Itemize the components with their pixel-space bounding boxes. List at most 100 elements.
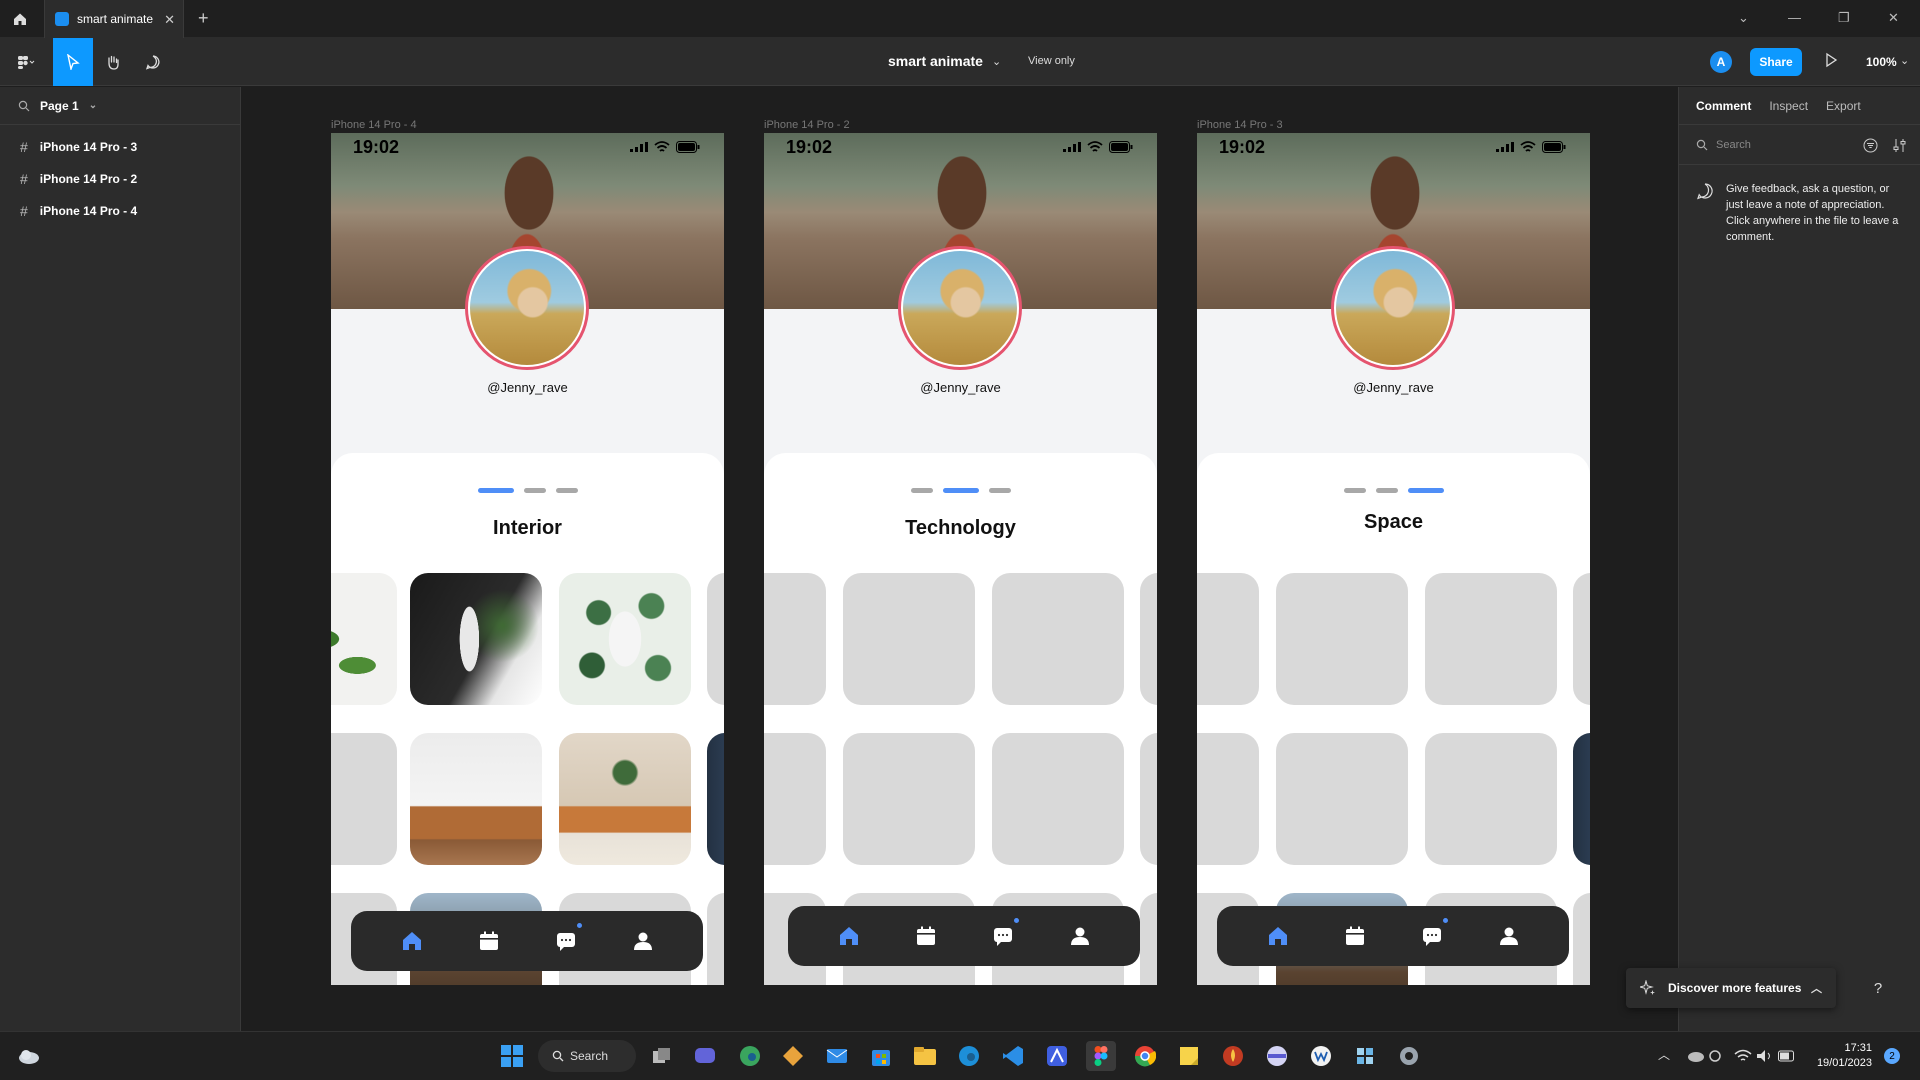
- chevron-up-icon[interactable]: ︿: [1658, 1046, 1670, 1063]
- mail-icon[interactable]: [822, 1041, 852, 1071]
- home-icon[interactable]: [399, 928, 425, 954]
- restore-icon[interactable]: ❐: [1838, 10, 1850, 26]
- main-menu-icon[interactable]: [8, 38, 44, 86]
- gallery-tile[interactable]: [1276, 733, 1408, 865]
- frame-label[interactable]: iPhone 14 Pro - 2: [764, 119, 850, 131]
- sync-icon[interactable]: [1700, 1041, 1730, 1071]
- minimize-icon[interactable]: —: [1788, 10, 1801, 25]
- close-window-icon[interactable]: ✕: [1888, 10, 1899, 26]
- tab-export[interactable]: Export: [1826, 99, 1861, 113]
- affinity-icon[interactable]: [1042, 1041, 1072, 1071]
- gallery-tile[interactable]: [559, 733, 691, 865]
- gallery-tile[interactable]: [1425, 573, 1557, 705]
- gallery-tile[interactable]: [843, 573, 975, 705]
- app-puzzle-icon[interactable]: [1350, 1041, 1380, 1071]
- gallery-tile[interactable]: [1425, 733, 1557, 865]
- file-explorer-icon[interactable]: [910, 1041, 940, 1071]
- chrome-icon[interactable]: [1130, 1041, 1160, 1071]
- gallery-tile[interactable]: [992, 733, 1124, 865]
- present-play-icon[interactable]: [1824, 52, 1838, 73]
- gallery-tile[interactable]: [1573, 733, 1590, 865]
- gallery-tile[interactable]: [1197, 733, 1259, 865]
- phone-frame[interactable]: 19:02 @Jenny_rave Interior: [331, 133, 724, 985]
- sticky-notes-icon[interactable]: [1174, 1041, 1204, 1071]
- app-flame-icon[interactable]: [1218, 1041, 1248, 1071]
- chevron-down-icon[interactable]: ⌄: [1900, 54, 1909, 67]
- settings-sliders-icon[interactable]: [1893, 138, 1907, 153]
- gallery-tile[interactable]: [764, 573, 826, 705]
- calendar-icon[interactable]: [476, 928, 502, 954]
- tab-comment[interactable]: Comment: [1696, 99, 1751, 113]
- gallery-tile[interactable]: [843, 733, 975, 865]
- frame-label[interactable]: iPhone 14 Pro - 3: [1197, 119, 1283, 131]
- discover-features-button[interactable]: Discover more features ︿: [1626, 968, 1836, 1008]
- git-icon[interactable]: [778, 1041, 808, 1071]
- vscode-icon[interactable]: [998, 1041, 1028, 1071]
- gallery-tile[interactable]: [1140, 733, 1157, 865]
- home-icon[interactable]: [0, 0, 40, 38]
- gallery-tile[interactable]: [331, 733, 397, 865]
- gallery-tile[interactable]: [331, 573, 397, 705]
- gallery-tile[interactable]: [1197, 573, 1259, 705]
- gallery-tile[interactable]: [707, 893, 724, 985]
- gallery-tile[interactable]: [992, 573, 1124, 705]
- calendar-icon[interactable]: [913, 923, 939, 949]
- phone-frame[interactable]: 19:02 @Jenny_rave Technology: [764, 133, 1157, 985]
- profile-icon[interactable]: [1067, 923, 1093, 949]
- layer-item[interactable]: # iPhone 14 Pro - 2: [0, 163, 240, 195]
- chat-icon[interactable]: [990, 917, 1020, 949]
- gallery-tile[interactable]: [410, 733, 542, 865]
- move-tool-icon[interactable]: [53, 38, 93, 86]
- gallery-tile[interactable]: [707, 733, 724, 865]
- frame-label[interactable]: iPhone 14 Pro - 4: [331, 119, 417, 131]
- figma-icon[interactable]: [1086, 1041, 1116, 1071]
- gallery-tile[interactable]: [1573, 573, 1590, 705]
- search-icon[interactable]: [18, 100, 30, 112]
- document-title[interactable]: smart animate: [888, 53, 983, 69]
- page-selector[interactable]: Page 1 ⌄: [0, 87, 240, 125]
- gallery-tile[interactable]: [410, 573, 542, 705]
- comment-search-input[interactable]: [1716, 138, 1836, 151]
- settings-gear-icon[interactable]: [1394, 1041, 1424, 1071]
- hand-tool-icon[interactable]: [94, 38, 132, 86]
- layer-item[interactable]: # iPhone 14 Pro - 3: [0, 131, 240, 163]
- battery-icon[interactable]: [1772, 1041, 1802, 1071]
- gallery-tile[interactable]: [707, 573, 724, 705]
- task-view-icon[interactable]: [647, 1041, 677, 1071]
- share-button[interactable]: Share: [1750, 48, 1802, 76]
- gallery-tile[interactable]: [1573, 893, 1590, 985]
- taskbar-search[interactable]: Search: [538, 1040, 636, 1072]
- filter-icon[interactable]: [1863, 138, 1878, 153]
- chevron-up-icon[interactable]: ︿: [1811, 980, 1822, 996]
- new-tab-icon[interactable]: +: [198, 8, 209, 29]
- close-tab-icon[interactable]: ✕: [164, 12, 175, 28]
- gallery-tile[interactable]: [1140, 893, 1157, 985]
- file-tab[interactable]: smart animate ✕: [44, 0, 184, 38]
- comment-tool-icon[interactable]: [134, 38, 172, 86]
- gallery-tile[interactable]: [764, 733, 826, 865]
- tab-inspect[interactable]: Inspect: [1769, 99, 1808, 113]
- weather-icon[interactable]: [14, 1041, 44, 1071]
- chat-icon[interactable]: [553, 922, 583, 954]
- profile-icon[interactable]: [630, 928, 656, 954]
- store-icon[interactable]: [866, 1041, 896, 1071]
- layer-item[interactable]: # iPhone 14 Pro - 4: [0, 195, 240, 227]
- calendar-icon[interactable]: [1342, 923, 1368, 949]
- app-disc-icon[interactable]: [1262, 1041, 1292, 1071]
- chat-icon[interactable]: [1419, 917, 1449, 949]
- app-word-icon[interactable]: [1306, 1041, 1336, 1071]
- zoom-level[interactable]: 100%: [1866, 55, 1897, 69]
- chevron-down-icon[interactable]: ⌄: [1738, 10, 1749, 26]
- edge-icon[interactable]: [954, 1041, 984, 1071]
- phone-frame[interactable]: 19:02 @Jenny_rave Space: [1197, 133, 1590, 985]
- home-icon[interactable]: [1265, 923, 1291, 949]
- chevron-down-icon[interactable]: ⌄: [992, 55, 1001, 68]
- gallery-tile[interactable]: [1140, 573, 1157, 705]
- system-clock[interactable]: 17:31 19/01/2023: [1812, 1041, 1872, 1071]
- avatar[interactable]: A: [1710, 51, 1732, 73]
- help-button[interactable]: ?: [1862, 972, 1894, 1004]
- home-icon[interactable]: [836, 923, 862, 949]
- edge-dev-icon[interactable]: [735, 1041, 765, 1071]
- start-icon[interactable]: [497, 1041, 527, 1071]
- gallery-tile[interactable]: [1276, 573, 1408, 705]
